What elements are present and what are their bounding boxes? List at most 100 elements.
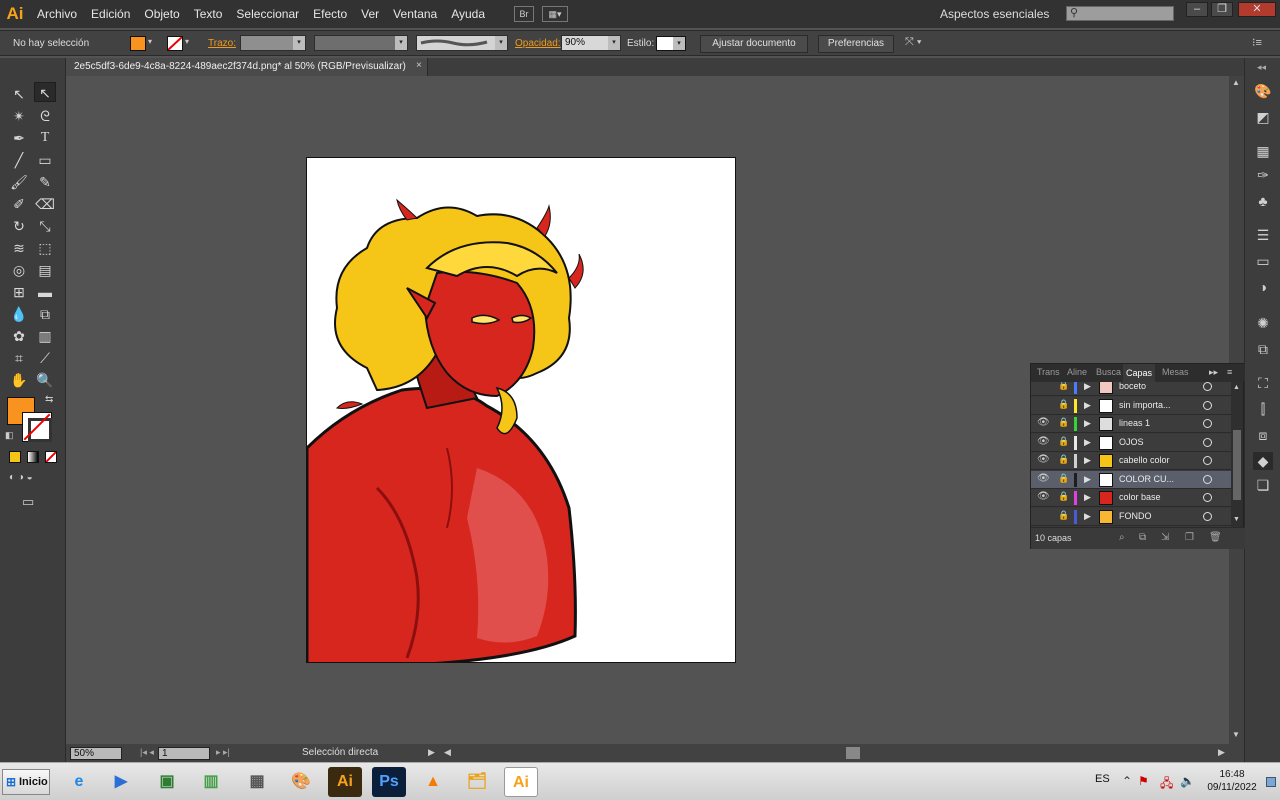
collapse-dock-icon[interactable]: ◂◂ <box>1257 62 1266 73</box>
lock-icon[interactable]: 🔒 <box>1058 436 1069 447</box>
menu-ayuda[interactable]: Ayuda <box>444 0 492 28</box>
gradient-mode-icon[interactable] <box>27 451 39 463</box>
target-circle-icon[interactable] <box>1203 419 1212 428</box>
volume-icon[interactable]: 🔈 <box>1180 774 1195 788</box>
prev-artboard-icon[interactable]: |◂ ◂ <box>140 747 154 758</box>
clipping-mask-icon[interactable]: ⧉ <box>1139 532 1146 543</box>
warp-tool-icon[interactable]: ≋ <box>8 238 30 258</box>
swap-icon[interactable]: ⇆ <box>45 394 53 405</box>
expand-arrow-icon[interactable]: ▶ <box>1084 418 1091 429</box>
expand-arrow-icon[interactable]: ▶ <box>1084 400 1091 411</box>
mesh-tool-icon[interactable]: ⊞ <box>8 282 30 302</box>
menu-texto[interactable]: Texto <box>187 0 230 28</box>
artboards-panel-icon[interactable]: ❏ <box>1253 476 1273 494</box>
panel-menu-icon[interactable]: ≡ <box>1227 367 1232 377</box>
scroll-right-icon[interactable]: ▶ <box>1218 747 1225 758</box>
menu-efecto[interactable]: Efecto <box>306 0 354 28</box>
network-icon[interactable]: 🖧 <box>1160 774 1173 795</box>
tab-align[interactable]: Aline <box>1067 367 1087 377</box>
expand-arrow-icon[interactable]: ▶ <box>1084 511 1091 522</box>
lasso-tool-icon[interactable]: ᘓ <box>34 106 56 126</box>
layer-row[interactable]: 🔒 ▶ FONDO <box>1031 507 1231 526</box>
opacity-label[interactable]: Opacidad: <box>515 35 561 53</box>
workspace-switcher[interactable]: Aspectos esenciales ▾ <box>934 4 1056 40</box>
office-suite-icon[interactable]: ▥ <box>194 767 228 797</box>
scroll-up-icon[interactable]: ▲ <box>1232 78 1240 87</box>
zoom-field[interactable]: 50% <box>70 747 122 760</box>
new-sublayer-icon[interactable]: ⇲ <box>1161 532 1169 543</box>
restore-button[interactable]: ❐ <box>1211 2 1233 17</box>
close-icon[interactable]: × <box>416 60 422 71</box>
visibility-eye-icon[interactable]: 👁 <box>1037 473 1050 484</box>
gradient-tool-icon[interactable]: ▬ <box>34 282 56 302</box>
stroke-weight-field[interactable]: ▾ <box>240 35 306 51</box>
file-explorer-icon[interactable]: 🗂 <box>460 767 494 797</box>
minimize-button[interactable]: – <box>1186 2 1208 17</box>
color-mode-icon[interactable] <box>9 451 21 463</box>
layer-row[interactable]: 👁 🔒 ▶ cabello color <box>1031 452 1231 470</box>
draw-mode-icon[interactable]: ◐ ◑ ◒ <box>9 472 33 483</box>
system-monitor-icon[interactable]: ▣ <box>150 767 184 797</box>
align-panel-icon[interactable]: ⫿ <box>1253 400 1273 418</box>
screen-mode-icon[interactable]: ▭ <box>22 494 34 510</box>
direct-selection-tool-icon[interactable]: ↖ <box>34 82 56 102</box>
perspective-grid-tool-icon[interactable]: ▤ <box>34 260 56 280</box>
scroll-down-icon[interactable]: ▼ <box>1232 730 1240 739</box>
target-circle-icon[interactable] <box>1203 437 1212 447</box>
layer-row[interactable]: 👁 🔒 ▶ color base <box>1031 489 1231 507</box>
layers-scrollbar[interactable]: ▲ ▼ <box>1231 382 1243 527</box>
lock-icon[interactable]: 🔒 <box>1058 491 1069 502</box>
transparency-panel-icon[interactable]: ◑ <box>1253 278 1273 296</box>
scroll-down-icon[interactable]: ▼ <box>1233 516 1240 523</box>
show-hidden-icons-icon[interactable]: ⌃ <box>1122 774 1132 788</box>
menu-objeto[interactable]: Objeto <box>137 0 186 28</box>
trash-icon[interactable]: 🗑 <box>1209 532 1222 543</box>
scale-tool-icon[interactable]: ⤡ <box>34 216 56 236</box>
lock-icon[interactable]: 🔒 <box>1058 473 1069 484</box>
layer-row[interactable]: 👁 🔒 ▶ COLOR CU... <box>1031 470 1231 489</box>
magic-wand-tool-icon[interactable]: ✴ <box>8 106 30 126</box>
stroke-panel-icon[interactable]: ☰ <box>1253 226 1273 244</box>
pathfinder-panel-icon[interactable]: ⧈ <box>1253 426 1273 444</box>
shape-builder-tool-icon[interactable]: ◎ <box>8 260 30 280</box>
paintbrush-tool-icon[interactable]: 🖌 <box>8 172 30 192</box>
blend-tool-icon[interactable]: ⧉ <box>34 304 56 324</box>
target-circle-icon[interactable] <box>1203 382 1212 391</box>
new-layer-icon[interactable]: ❐ <box>1185 532 1194 543</box>
keyboard-language[interactable]: ES <box>1095 773 1110 785</box>
target-circle-icon[interactable] <box>1203 456 1212 465</box>
fill-color-swatch[interactable] <box>130 36 146 51</box>
show-desktop-icon[interactable] <box>1266 777 1276 787</box>
fit-document-button[interactable]: Ajustar documento <box>700 35 808 53</box>
graphic-styles-icon[interactable]: ⧉ <box>1253 340 1273 358</box>
eraser-tool-icon[interactable]: ⌫ <box>34 194 56 214</box>
default-colors-icon[interactable]: ◧ <box>5 430 14 441</box>
stroke-label[interactable]: Trazo: <box>208 35 236 53</box>
lock-icon[interactable]: 🔒 <box>1058 399 1069 410</box>
paint-app-icon[interactable]: 🎨 <box>284 767 318 797</box>
expand-arrow-icon[interactable]: ▶ <box>1084 382 1091 392</box>
swatches-panel-icon[interactable]: ▦ <box>1253 142 1273 160</box>
pen-tool-icon[interactable]: ✒ <box>8 128 30 148</box>
layer-row[interactable]: 🔒 ▶ sin importa... <box>1031 396 1231 415</box>
gradient-panel-icon[interactable]: ▭ <box>1253 252 1273 270</box>
tab-layers[interactable]: Capas <box>1123 364 1156 382</box>
scroll-up-icon[interactable]: ▲ <box>1233 384 1240 391</box>
illustrator-active-task-icon[interactable]: Ai <box>504 767 538 797</box>
color-panel-icon[interactable]: 🎨 <box>1253 82 1273 100</box>
illustrator-taskbar-icon[interactable]: Ai <box>328 767 362 797</box>
visibility-eye-icon[interactable]: 👁 <box>1037 436 1050 447</box>
scroll-thumb[interactable] <box>1233 430 1241 500</box>
blob-brush-tool-icon[interactable]: ✐ <box>8 194 30 214</box>
brush-definition[interactable]: ▾ <box>416 35 508 51</box>
selection-tool-icon[interactable]: ↖ <box>8 84 30 104</box>
panel-menu-icon[interactable]: ⁝≡ <box>1252 36 1262 49</box>
locate-object-icon[interactable]: ⌕ <box>1119 532 1125 543</box>
target-circle-icon[interactable] <box>1203 474 1212 484</box>
close-button[interactable]: ✕ <box>1238 2 1276 17</box>
expand-panel-icon[interactable]: ▸▸ <box>1209 367 1218 378</box>
artboard-tool-icon[interactable]: ⌗ <box>8 348 30 368</box>
preferences-button[interactable]: Preferencias <box>818 35 894 53</box>
visibility-eye-icon[interactable]: 👁 <box>1037 491 1050 502</box>
line-tool-icon[interactable]: ╱ <box>8 150 30 170</box>
